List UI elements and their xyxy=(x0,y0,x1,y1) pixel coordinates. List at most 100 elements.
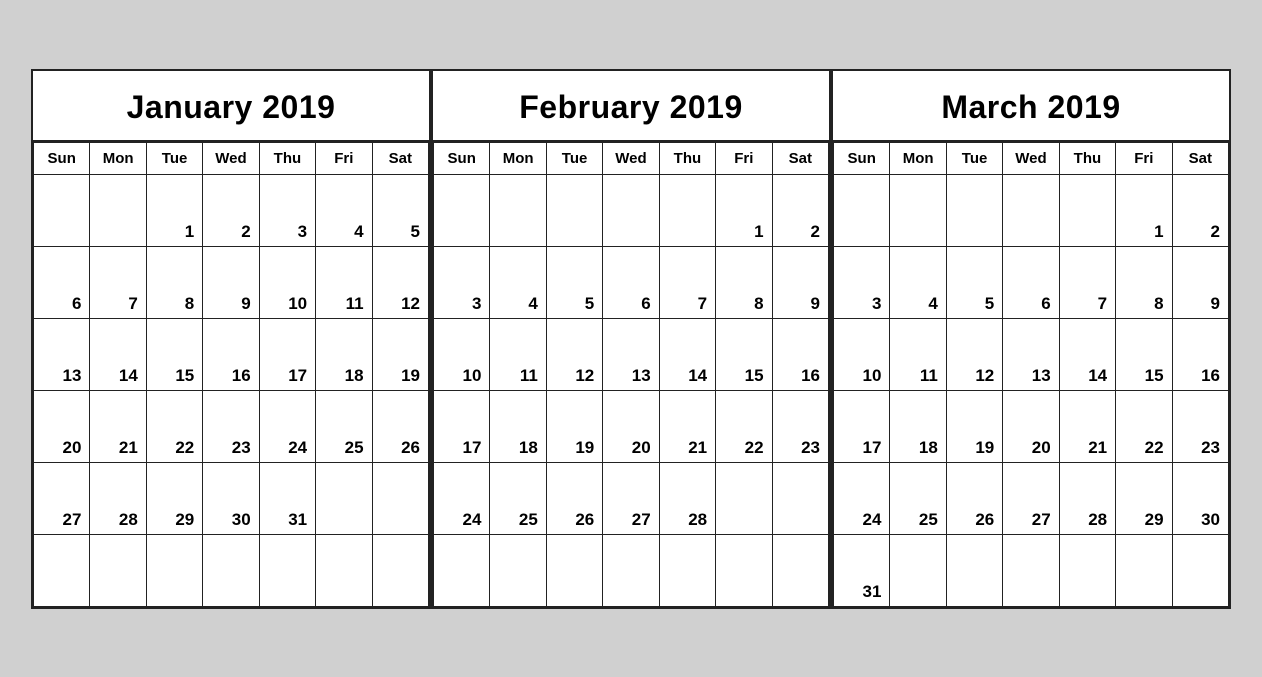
day-header-wed: Wed xyxy=(603,142,659,174)
day-header-sat: Sat xyxy=(372,142,428,174)
calendars-wrapper: January 2019SunMonTueWedThuFriSat1234567… xyxy=(13,51,1249,627)
calendar-cell xyxy=(1059,174,1115,246)
calendar-march-2019: March 2019SunMonTueWedThuFriSat123456789… xyxy=(831,69,1231,609)
calendar-cell: 5 xyxy=(372,174,428,246)
calendar-cell: 12 xyxy=(946,318,1002,390)
calendar-cell: 21 xyxy=(1059,390,1115,462)
calendar-cell xyxy=(490,534,546,606)
calendar-cell xyxy=(716,534,772,606)
calendar-cell: 12 xyxy=(546,318,602,390)
calendar-cell xyxy=(316,534,372,606)
calendar-cell: 28 xyxy=(1059,462,1115,534)
calendar-cell: 1 xyxy=(1116,174,1172,246)
calendar-cell: 15 xyxy=(1116,318,1172,390)
calendar-cell: 22 xyxy=(146,390,202,462)
day-header-fri: Fri xyxy=(1116,142,1172,174)
calendar-cell xyxy=(203,534,259,606)
calendar-cell xyxy=(946,174,1002,246)
calendar-cell: 12 xyxy=(372,246,428,318)
day-header-fri: Fri xyxy=(316,142,372,174)
calendar-cell: 26 xyxy=(946,462,1002,534)
calendar-cell: 7 xyxy=(1059,246,1115,318)
calendar-cell: 17 xyxy=(434,390,490,462)
calendar-cell: 16 xyxy=(203,318,259,390)
calendar-cell: 18 xyxy=(490,390,546,462)
calendar-cell: 11 xyxy=(316,246,372,318)
calendar-cell: 9 xyxy=(1172,246,1228,318)
calendar-cell: 27 xyxy=(1003,462,1059,534)
calendar-cell: 10 xyxy=(434,318,490,390)
calendar-cell: 25 xyxy=(890,462,946,534)
calendar-cell: 4 xyxy=(316,174,372,246)
calendar-cell xyxy=(1059,534,1115,606)
day-header-sat: Sat xyxy=(772,142,828,174)
calendar-cell: 18 xyxy=(890,390,946,462)
day-header-mon: Mon xyxy=(890,142,946,174)
calendar-cell: 23 xyxy=(203,390,259,462)
day-header-sun: Sun xyxy=(834,142,890,174)
calendar-cell: 27 xyxy=(603,462,659,534)
calendar-cell xyxy=(372,462,428,534)
calendar-title-march-2019: March 2019 xyxy=(833,71,1229,142)
calendar-cell xyxy=(834,174,890,246)
calendar-cell xyxy=(659,534,715,606)
calendar-cell: 22 xyxy=(716,390,772,462)
calendar-cell: 26 xyxy=(546,462,602,534)
calendar-cell xyxy=(603,174,659,246)
calendar-cell xyxy=(34,174,90,246)
calendar-cell: 21 xyxy=(659,390,715,462)
calendar-cell: 10 xyxy=(834,318,890,390)
day-header-mon: Mon xyxy=(490,142,546,174)
day-header-thu: Thu xyxy=(259,142,315,174)
calendar-cell: 25 xyxy=(316,390,372,462)
calendar-cell xyxy=(546,534,602,606)
calendar-cell: 11 xyxy=(490,318,546,390)
calendar-cell: 9 xyxy=(772,246,828,318)
calendar-cell xyxy=(146,534,202,606)
calendar-cell xyxy=(90,534,146,606)
calendar-cell: 24 xyxy=(834,462,890,534)
calendar-cell: 8 xyxy=(716,246,772,318)
calendar-cell xyxy=(946,534,1002,606)
calendar-cell: 20 xyxy=(603,390,659,462)
calendar-cell xyxy=(90,174,146,246)
day-header-thu: Thu xyxy=(659,142,715,174)
calendar-cell: 24 xyxy=(259,390,315,462)
calendar-cell: 18 xyxy=(316,318,372,390)
calendar-cell: 20 xyxy=(1003,390,1059,462)
calendar-cell: 6 xyxy=(603,246,659,318)
calendar-cell xyxy=(1116,534,1172,606)
calendar-cell: 23 xyxy=(772,390,828,462)
calendar-cell: 2 xyxy=(1172,174,1228,246)
day-header-tue: Tue xyxy=(946,142,1002,174)
calendar-cell: 27 xyxy=(34,462,90,534)
calendar-cell: 6 xyxy=(34,246,90,318)
day-header-mon: Mon xyxy=(90,142,146,174)
calendar-title-february-2019: February 2019 xyxy=(433,71,829,142)
calendar-cell: 28 xyxy=(90,462,146,534)
calendar-cell: 19 xyxy=(372,318,428,390)
calendar-february-2019: February 2019SunMonTueWedThuFriSat123456… xyxy=(431,69,831,609)
calendar-cell xyxy=(434,534,490,606)
calendar-cell: 2 xyxy=(203,174,259,246)
calendar-cell: 4 xyxy=(490,246,546,318)
calendar-cell: 7 xyxy=(659,246,715,318)
calendar-cell: 8 xyxy=(146,246,202,318)
calendar-cell: 22 xyxy=(1116,390,1172,462)
calendar-title-january-2019: January 2019 xyxy=(33,71,429,142)
calendar-cell: 8 xyxy=(1116,246,1172,318)
calendar-cell: 16 xyxy=(772,318,828,390)
calendar-cell xyxy=(546,174,602,246)
calendar-cell xyxy=(890,534,946,606)
calendar-cell: 3 xyxy=(434,246,490,318)
calendar-cell: 30 xyxy=(203,462,259,534)
calendar-cell: 14 xyxy=(1059,318,1115,390)
day-header-tue: Tue xyxy=(546,142,602,174)
calendar-cell: 19 xyxy=(546,390,602,462)
calendar-january-2019: January 2019SunMonTueWedThuFriSat1234567… xyxy=(31,69,431,609)
calendar-cell: 15 xyxy=(146,318,202,390)
calendar-cell: 26 xyxy=(372,390,428,462)
calendar-cell: 4 xyxy=(890,246,946,318)
calendar-cell: 14 xyxy=(90,318,146,390)
calendar-cell: 9 xyxy=(203,246,259,318)
